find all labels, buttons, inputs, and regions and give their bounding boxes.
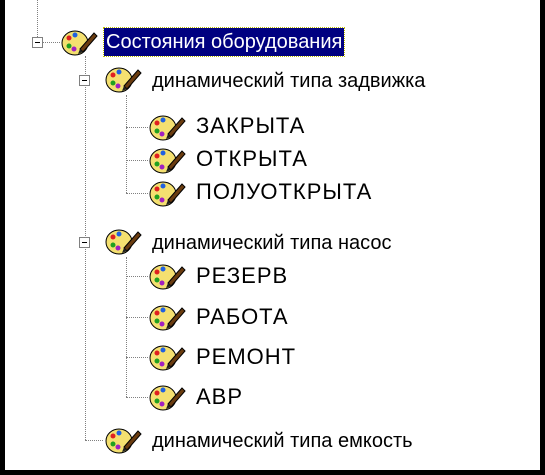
tree-line (126, 193, 148, 194)
tree-line (42, 42, 60, 43)
tree-node-group[interactable]: динамический типа задвижка (152, 67, 425, 95)
tree-node-state[interactable]: РАБОТА (196, 303, 289, 331)
tree-line (126, 276, 148, 277)
tree-line (37, 0, 38, 37)
tree-line (126, 160, 148, 161)
palette-icon (149, 345, 186, 371)
palette-icon (149, 264, 186, 290)
collapse-toggle[interactable] (32, 37, 43, 48)
tree-node-group[interactable]: динамический типа насос (152, 229, 391, 257)
palette-icon (105, 229, 142, 255)
palette-icon (61, 30, 98, 56)
tree-node-group[interactable]: динамический типа емкость (152, 427, 413, 455)
tree-line (126, 357, 148, 358)
partial-item-icon (152, 0, 166, 8)
collapse-toggle[interactable] (79, 237, 90, 248)
tree-node-state[interactable]: ОТКРЫТА (196, 145, 308, 173)
tree-node-state[interactable]: РЕЗЕРВ (196, 262, 288, 290)
tree-line (126, 317, 148, 318)
tree-node-state[interactable]: РЕМОНТ (196, 343, 296, 371)
palette-icon (149, 148, 186, 174)
palette-icon (105, 428, 142, 454)
palette-icon (149, 181, 186, 207)
tree-node-state[interactable]: АВР (196, 383, 243, 411)
tree-line (85, 56, 86, 440)
tree-line (85, 440, 103, 441)
collapse-toggle[interactable] (79, 75, 90, 86)
tree-view[interactable]: Состояния оборудования динамический типа… (0, 0, 545, 475)
palette-icon (149, 385, 186, 411)
tree-line (126, 397, 148, 398)
tree-line (126, 95, 127, 193)
palette-icon (105, 67, 142, 93)
tree-node-root[interactable]: Состояния оборудования (102, 27, 346, 57)
tree-line (126, 257, 127, 397)
palette-icon (149, 115, 186, 141)
tree-line (126, 127, 148, 128)
tree-node-state[interactable]: ЗАКРЫТА (196, 112, 305, 140)
tree-node-state[interactable]: ПОЛУОТКРЫТА (196, 178, 372, 206)
palette-icon (149, 305, 186, 331)
